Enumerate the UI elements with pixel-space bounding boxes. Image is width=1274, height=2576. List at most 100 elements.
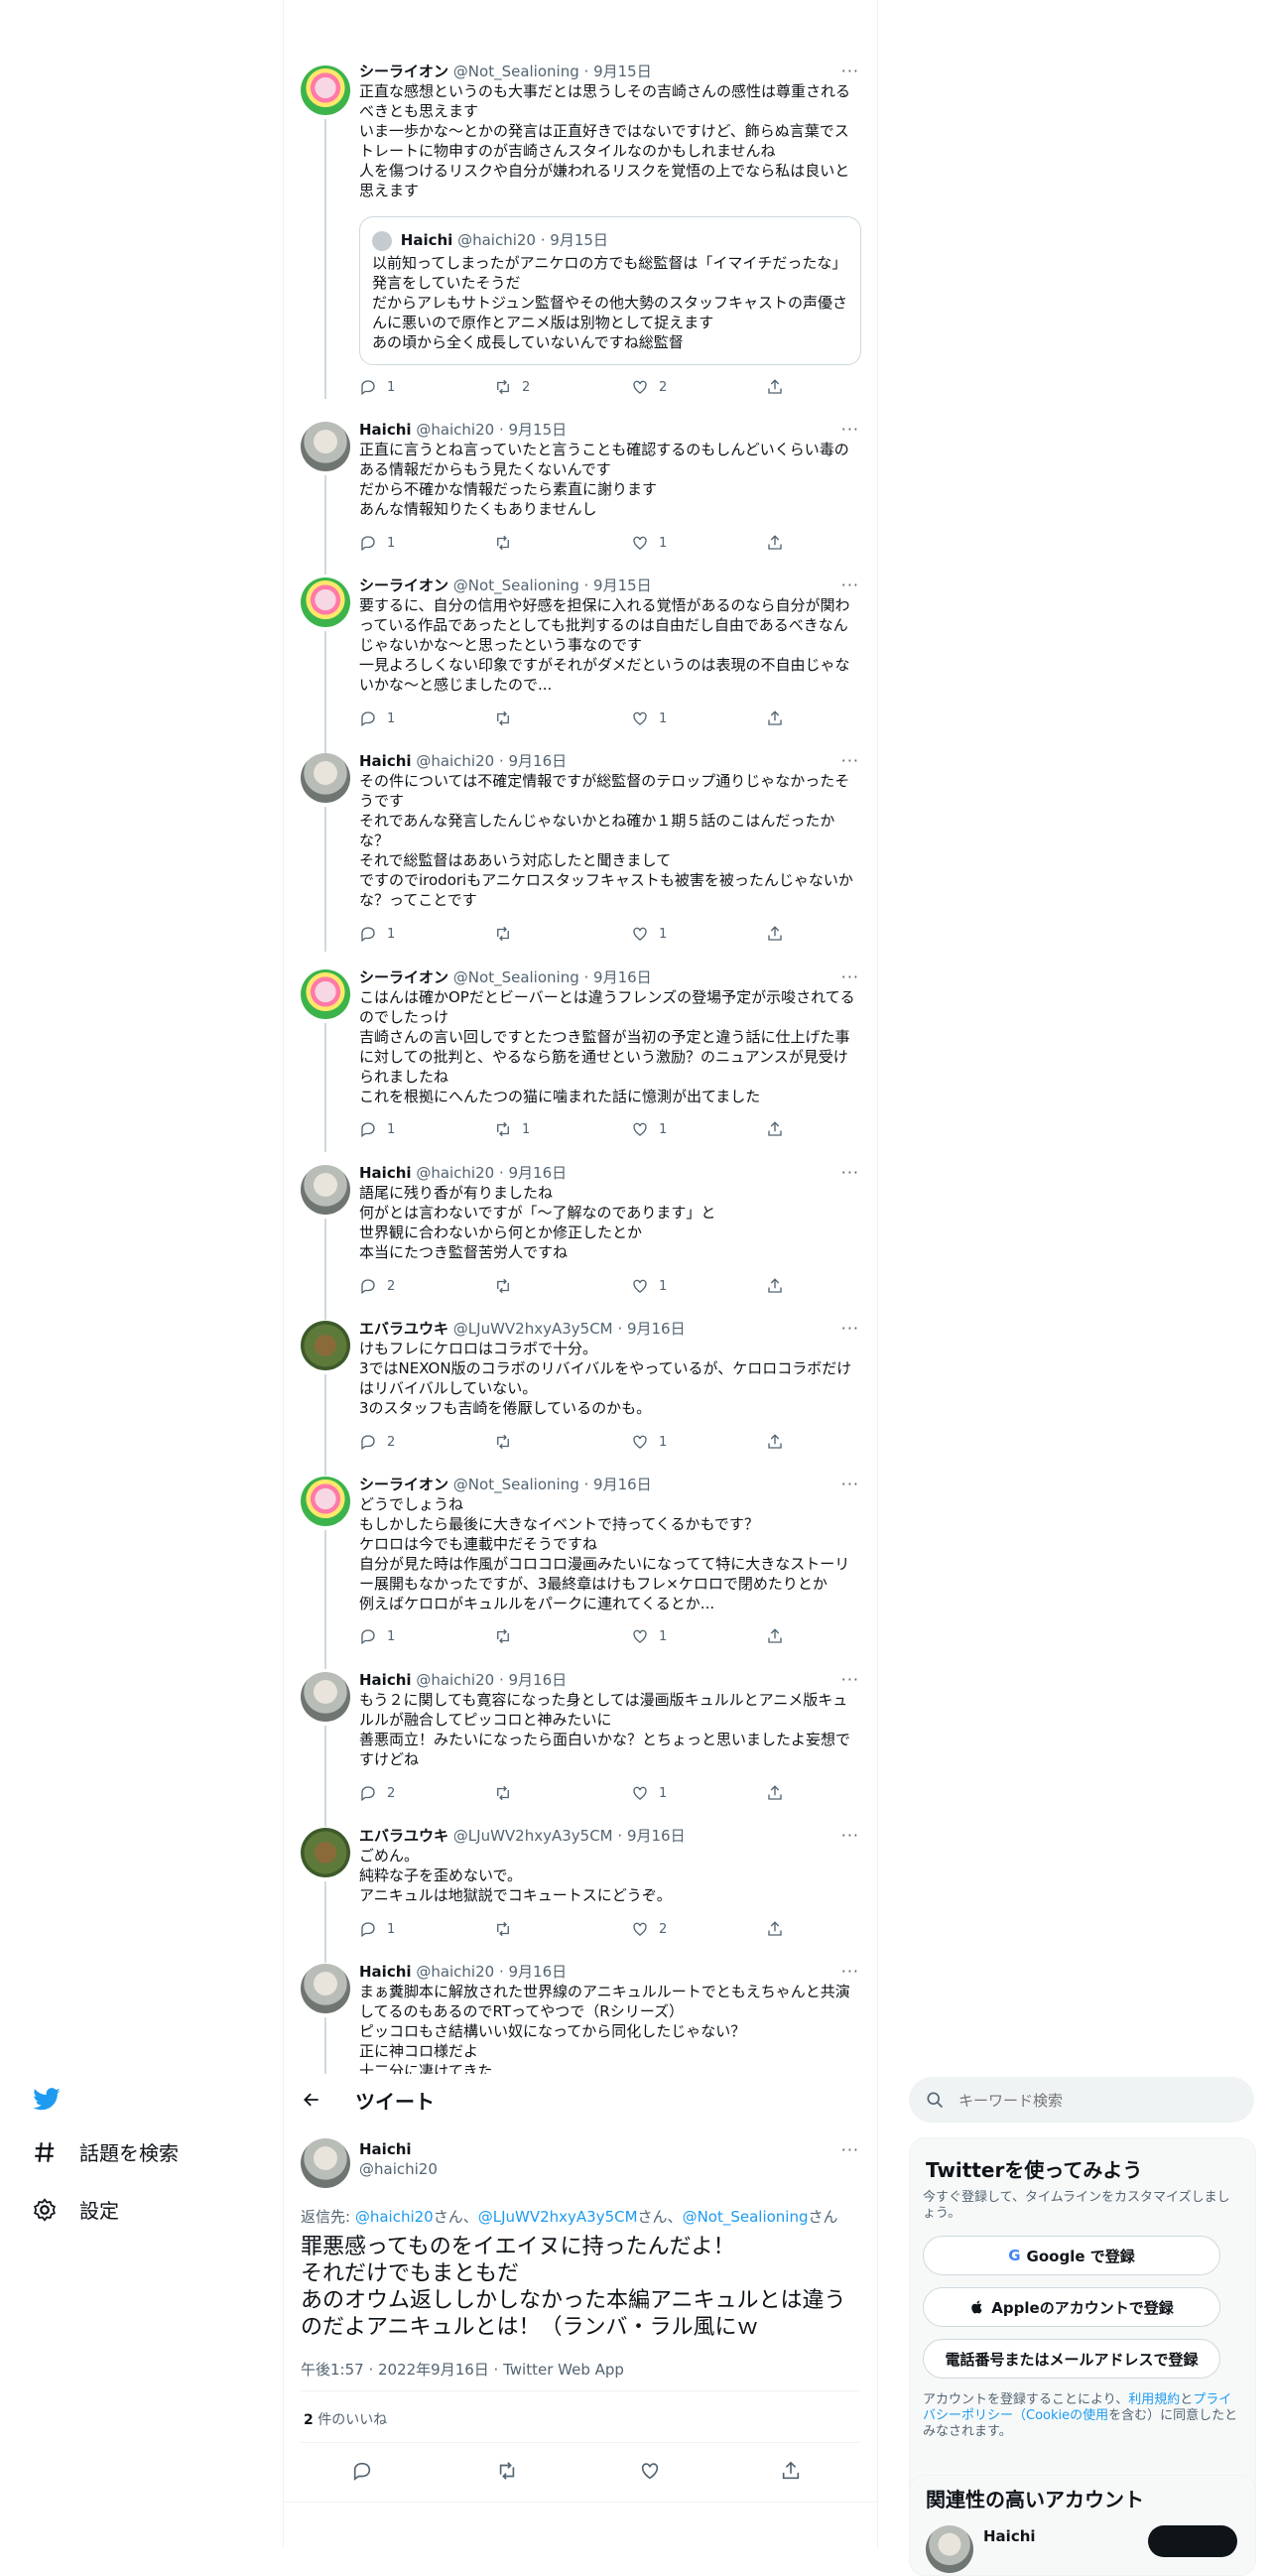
author-name[interactable]: エバラユウキ [359,1320,448,1338]
thread-tweet[interactable]: シーライオン @Not_Sealioning · 9月15日 ··· 正直な感想… [284,62,877,403]
author-handle[interactable]: @Not_Sealioning [453,577,579,594]
author-name[interactable]: Haichi [359,2140,412,2158]
related-account-name[interactable]: Haichi [983,2527,1036,2545]
share-button[interactable] [766,1627,784,1645]
tweet-date[interactable]: 9月16日 [593,968,652,986]
more-options-icon[interactable]: ··· [841,1475,859,1493]
reply-to-mention[interactable]: @LJuWV2hxyA3y5CM [478,2208,638,2226]
reply-button[interactable]: 1 [359,1920,395,1938]
reply-button[interactable]: 2 [359,1433,395,1451]
search-box[interactable] [909,2077,1254,2123]
thread-tweet[interactable]: シーライオン @Not_Sealioning · 9月15日 ··· 要するに、… [284,576,877,756]
tweet-date[interactable]: 9月16日 [509,1164,568,1182]
twitter-logo[interactable] [32,2084,62,2114]
avatar[interactable] [301,1321,350,1370]
more-options-icon[interactable]: ··· [841,576,859,594]
reply-button[interactable]: 1 [359,709,395,727]
more-options-icon[interactable]: ··· [841,420,859,439]
reply-button[interactable]: 1 [359,378,395,396]
author-handle[interactable]: @haichi20 [416,1164,494,1182]
retweet-button[interactable] [494,1627,522,1645]
avatar[interactable] [301,969,350,1019]
author-handle[interactable]: @haichi20 [416,421,494,439]
thread-tweet[interactable]: Haichi @haichi20 · 9月15日 ··· 正直に言うとね言ってい… [284,420,877,575]
author-handle[interactable]: @LJuWV2hxyA3y5CM [453,1827,613,1845]
thread-tweet[interactable]: シーライオン @Not_Sealioning · 9月16日 ··· どうでしょ… [284,1475,877,1669]
author-handle[interactable]: @LJuWV2hxyA3y5CM [453,1320,613,1338]
share-button[interactable] [780,2460,802,2486]
tweet-date[interactable]: 9月16日 [627,1320,686,1338]
tweet-date[interactable]: 9月16日 [593,1476,652,1493]
author-name[interactable]: シーライオン [359,1476,448,1493]
avatar[interactable] [301,1165,350,1215]
reply-to-mention[interactable]: @haichi20 [355,2208,434,2226]
share-button[interactable] [766,1920,784,1938]
tweet-date[interactable]: 9月15日 [593,577,652,594]
apple-signup-button[interactable]: Appleのアカウントで登録 [923,2287,1220,2327]
like-button[interactable]: 1 [631,1277,667,1295]
reply-button[interactable] [351,2460,373,2486]
tweet-date[interactable]: 9月16日 [509,1963,568,1981]
retweet-button[interactable] [494,1433,522,1451]
retweet-button[interactable] [494,925,522,943]
avatar[interactable] [301,1672,350,1722]
reply-button[interactable]: 2 [359,1784,395,1802]
author-name[interactable]: Haichi [359,1164,412,1182]
retweet-button[interactable] [494,534,522,552]
like-button[interactable]: 1 [631,1120,667,1138]
author-handle[interactable]: @haichi20 [416,752,494,770]
retweet-button[interactable] [494,709,522,727]
like-button[interactable]: 1 [631,1627,667,1645]
more-options-icon[interactable]: ··· [841,1319,859,1338]
related-avatar[interactable] [926,2525,973,2573]
more-options-icon[interactable]: ··· [841,1163,859,1182]
retweet-button[interactable] [494,1920,522,1938]
more-options-icon[interactable]: ··· [841,1826,859,1845]
thread-tweet[interactable]: Haichi @haichi20 · 9月16日 ··· もう２に関しても寛容に… [284,1670,877,1827]
tweet-date[interactable]: 9月16日 [509,1671,568,1689]
search-input[interactable] [956,2085,1238,2117]
share-button[interactable] [766,1120,784,1138]
share-button[interactable] [766,1433,784,1451]
more-options-icon[interactable]: ··· [841,2140,859,2159]
like-button[interactable]: 1 [631,534,667,552]
google-signup-button[interactable]: G Google で登録 [923,2236,1220,2275]
author-name[interactable]: シーライオン [359,63,448,80]
author-handle[interactable]: @haichi20 [359,2160,438,2178]
avatar[interactable] [301,2138,350,2188]
tweet-timestamp[interactable]: 午後1:57 · 2022年9月16日 · Twitter Web App [301,2359,624,2380]
quoted-tweet[interactable]: Haichi @haichi20 · 9月15日 以前知ってしまったがアニケロの… [359,216,861,365]
tweet-date[interactable]: 9月16日 [509,752,568,770]
reply-button[interactable]: 1 [359,1627,395,1645]
like-button[interactable]: 1 [631,709,667,727]
thread-tweet[interactable]: Haichi @haichi20 · 9月16日 ··· まぁ糞脚本に解放された… [284,1962,877,2074]
reply-to-mention[interactable]: @Not_Sealioning [683,2208,809,2226]
share-button[interactable] [766,534,784,552]
share-button[interactable] [766,1277,784,1295]
terms-link[interactable]: 利用規約 [1128,2392,1180,2407]
like-button[interactable]: 1 [631,1784,667,1802]
author-handle[interactable]: @Not_Sealioning [453,63,579,80]
author-name[interactable]: シーライオン [359,968,448,986]
retweet-button[interactable] [494,1277,522,1295]
reply-button[interactable]: 1 [359,925,395,943]
retweet-button[interactable] [494,1784,522,1802]
avatar[interactable] [301,422,350,471]
avatar[interactable] [301,753,350,803]
phone-email-signup-button[interactable]: 電話番号またはメールアドレスで登録 [923,2339,1220,2379]
more-options-icon[interactable]: ··· [841,62,859,80]
author-name[interactable]: Haichi [359,1671,412,1689]
author-handle[interactable]: @Not_Sealioning [453,968,579,986]
like-button[interactable]: 1 [631,925,667,943]
avatar[interactable] [301,65,350,115]
share-button[interactable] [766,709,784,727]
follow-button[interactable] [1148,2525,1237,2557]
author-name[interactable]: Haichi [359,1963,412,1981]
avatar[interactable] [301,578,350,627]
thread-tweet[interactable]: エバラユウキ @LJuWV2hxyA3y5CM · 9月16日 ··· けもフレ… [284,1319,877,1476]
more-options-icon[interactable]: ··· [841,1962,859,1981]
thread-tweet[interactable]: Haichi @haichi20 · 9月16日 ··· その件については不確定… [284,751,877,952]
thread-tweet[interactable]: シーライオン @Not_Sealioning · 9月16日 ··· こはんは確… [284,967,877,1152]
share-button[interactable] [766,1784,784,1802]
nav-settings[interactable]: 設定 [32,2195,119,2224]
